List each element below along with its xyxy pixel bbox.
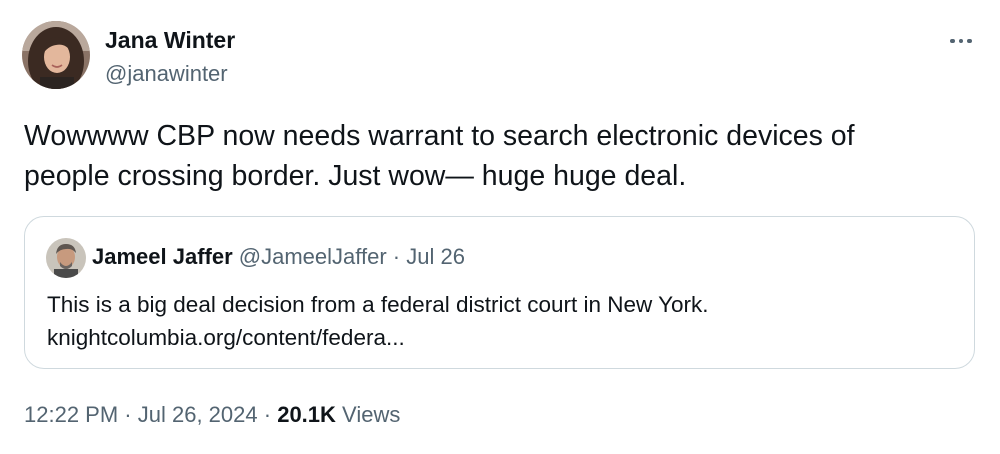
tweet-time: 12:22 PM bbox=[24, 402, 119, 427]
views-label: Views bbox=[342, 402, 401, 427]
more-options-button[interactable] bbox=[944, 28, 978, 54]
quote-author-avatar[interactable] bbox=[46, 238, 86, 278]
quote-text: This is a big deal decision from a feder… bbox=[47, 288, 957, 354]
tweet-text: Wowwww CBP now needs warrant to search e… bbox=[24, 116, 964, 196]
quote-author-name[interactable]: Jameel Jaffer bbox=[92, 244, 233, 269]
separator-dot: · bbox=[263, 402, 272, 427]
quote-header: Jameel Jaffer @JameelJaffer · Jul 26 bbox=[92, 244, 465, 270]
views-count[interactable]: 20.1K bbox=[277, 402, 336, 427]
quote-author-handle[interactable]: @JameelJaffer bbox=[239, 244, 387, 269]
quote-text-line: This is a big deal decision from a feder… bbox=[47, 292, 709, 317]
more-horizontal-icon bbox=[958, 38, 964, 44]
more-horizontal-icon bbox=[950, 38, 955, 44]
quote-date[interactable]: Jul 26 bbox=[406, 244, 465, 269]
tweet-metadata: 12:22 PM · Jul 26, 2024 · 20.1K Views bbox=[24, 401, 400, 429]
separator-dot: · bbox=[392, 244, 401, 269]
more-horizontal-icon bbox=[967, 38, 972, 44]
quote-link[interactable]: knightcolumbia.org/content/federa... bbox=[47, 321, 957, 354]
quoted-tweet-card[interactable]: Jameel Jaffer @JameelJaffer · Jul 26 Thi… bbox=[24, 216, 975, 369]
separator-dot: · bbox=[124, 402, 132, 427]
quote-author-avatar-photo bbox=[46, 238, 86, 278]
author-avatar[interactable] bbox=[22, 21, 90, 89]
author-avatar-photo bbox=[22, 21, 90, 89]
author-name[interactable]: Jana Winter bbox=[105, 27, 235, 53]
tweet-date: Jul 26, 2024 bbox=[137, 402, 258, 427]
author-handle[interactable]: @janawinter bbox=[105, 61, 228, 87]
tweet-text-line: people crossing border. Just wow— huge h… bbox=[24, 160, 687, 192]
tweet-timestamp-link[interactable]: 12:22 PM · Jul 26, 2024 bbox=[24, 402, 264, 427]
tweet-text-line: Wowwww CBP now needs warrant to search e… bbox=[24, 120, 855, 152]
